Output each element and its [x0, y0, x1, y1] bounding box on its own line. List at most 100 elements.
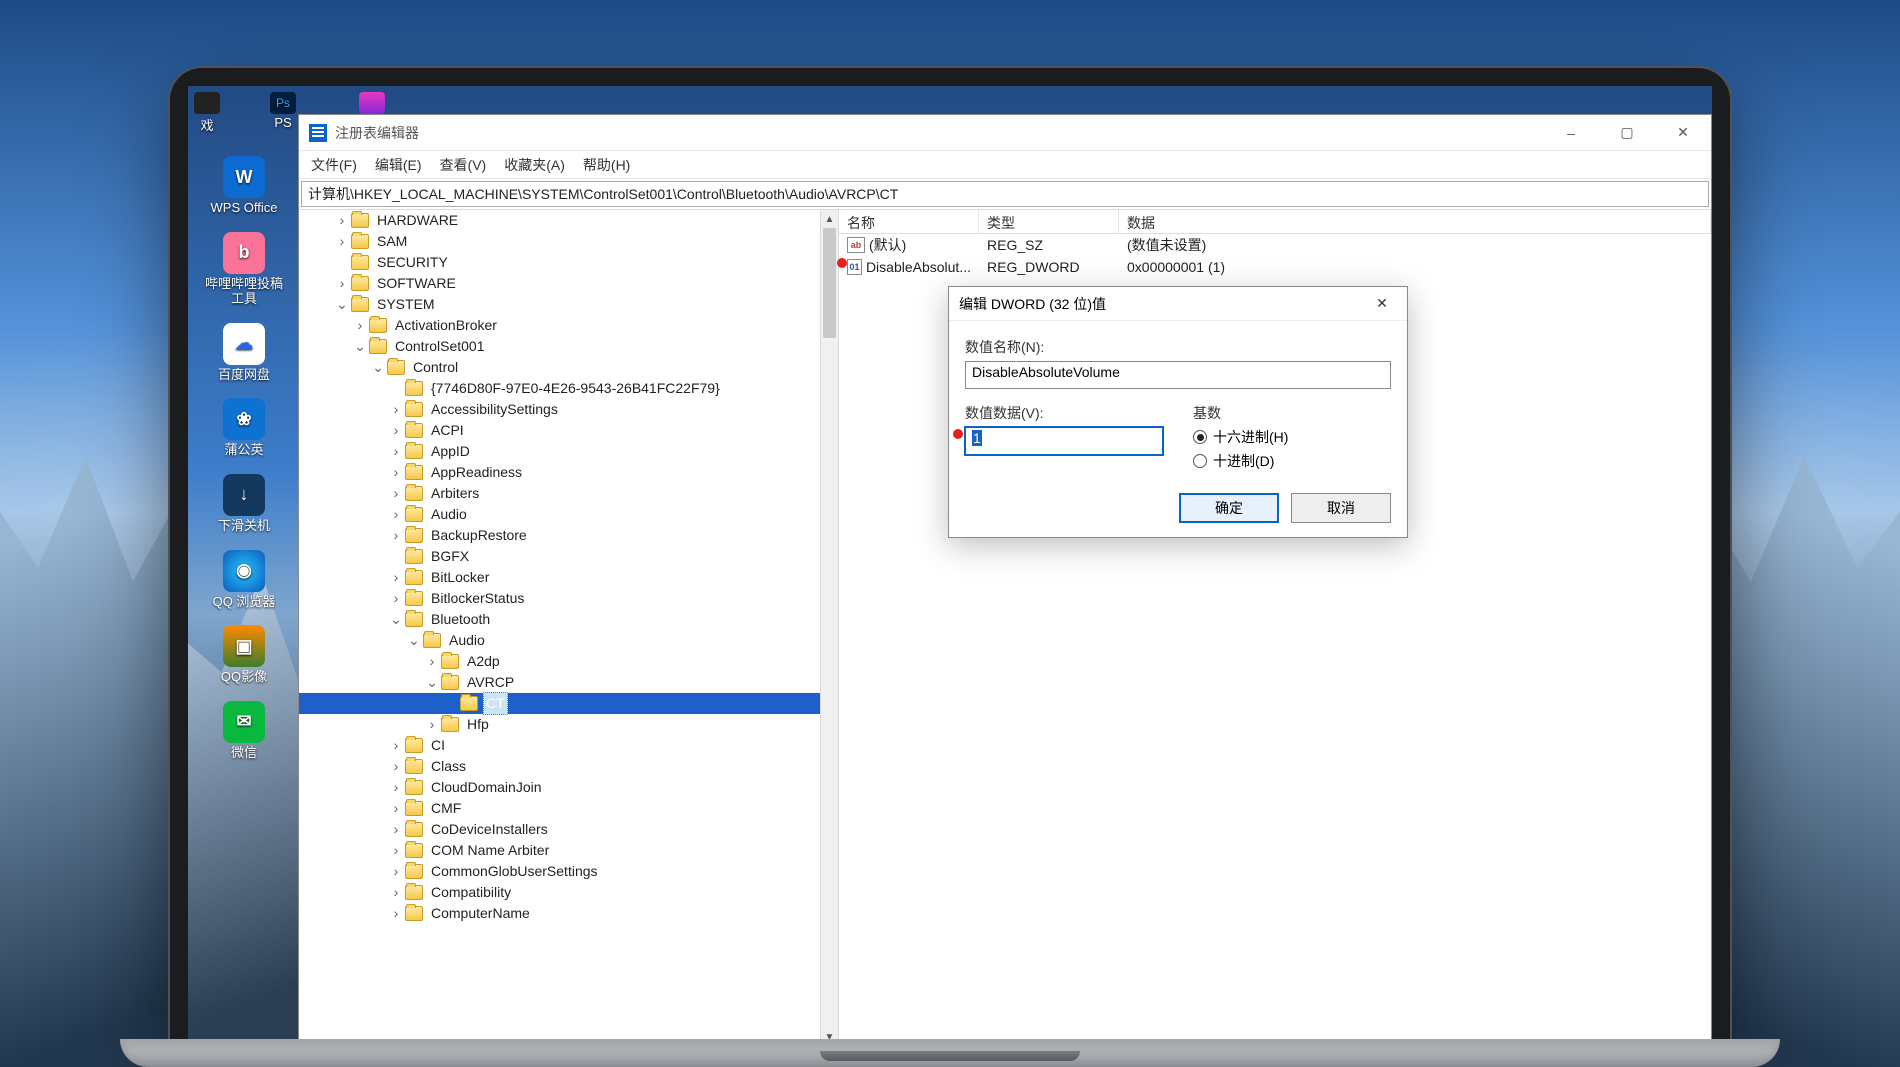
desktop-icon-qqbrowser[interactable]: ◉ QQ 浏览器 [199, 550, 289, 610]
cancel-button[interactable]: 取消 [1291, 493, 1391, 523]
menu-edit[interactable]: 编辑(E) [375, 155, 422, 175]
chevron-down-icon[interactable]: ⌄ [389, 609, 403, 630]
chevron-right-icon[interactable]: › [389, 861, 403, 882]
tree-node[interactable]: ›SOFTWARE [299, 273, 820, 294]
tree-node[interactable]: ›ActivationBroker [299, 315, 820, 336]
desktop-icon-wps[interactable]: W WPS Office [199, 156, 289, 216]
chevron-right-icon[interactable]: › [335, 231, 349, 252]
tree-node[interactable]: ⌄Control [299, 357, 820, 378]
scroll-up-icon[interactable]: ▲ [821, 210, 838, 228]
desktop-icon-slide[interactable]: ↓ 下滑关机 [199, 474, 289, 534]
menu-file[interactable]: 文件(F) [311, 155, 357, 175]
desktop-icon-ps[interactable]: Ps PS [270, 92, 296, 134]
tree-node[interactable]: ›CI [299, 735, 820, 756]
tree-node[interactable]: ›BitlockerStatus [299, 588, 820, 609]
chevron-right-icon[interactable]: › [389, 798, 403, 819]
desktop-icon-pgy[interactable]: ❀ 蒲公英 [199, 398, 289, 458]
chevron-down-icon[interactable]: ⌄ [407, 630, 421, 651]
address-bar[interactable]: 计算机\HKEY_LOCAL_MACHINE\SYSTEM\ControlSet… [301, 181, 1709, 207]
close-button[interactable]: ✕ [1655, 115, 1711, 151]
chevron-right-icon[interactable]: › [335, 210, 349, 231]
tree-node[interactable]: ⌄Bluetooth [299, 609, 820, 630]
chevron-right-icon[interactable]: › [389, 420, 403, 441]
value-data-input[interactable]: 1 [965, 427, 1163, 455]
list-row[interactable]: ab(默认)REG_SZ(数值未设置) [839, 234, 1711, 256]
list-row[interactable]: 01DisableAbsolut...REG_DWORD0x00000001 (… [839, 256, 1711, 278]
chevron-right-icon[interactable]: › [425, 651, 439, 672]
col-data[interactable]: 数据 [1119, 210, 1711, 233]
desktop-icon-bili[interactable]: b 哔哩哔哩投稿工具 [199, 232, 289, 307]
tree-node[interactable]: ›ComputerName [299, 903, 820, 924]
tree-scrollbar[interactable]: ▲ ▼ [820, 210, 838, 1046]
chevron-right-icon[interactable]: › [425, 714, 439, 735]
tree-node[interactable]: ›BackupRestore [299, 525, 820, 546]
tree-node[interactable]: ›Class [299, 756, 820, 777]
menu-help[interactable]: 帮助(H) [583, 155, 630, 175]
chevron-right-icon[interactable]: › [389, 462, 403, 483]
chevron-right-icon[interactable]: › [353, 315, 367, 336]
tree-node[interactable]: ›Audio [299, 504, 820, 525]
radio-dec[interactable]: 十进制(D) [1193, 451, 1391, 471]
tree-node[interactable]: ›HARDWARE [299, 210, 820, 231]
minimize-button[interactable]: – [1543, 115, 1599, 151]
desktop-icon-xi[interactable]: 戏 [194, 92, 220, 134]
tree-node[interactable]: ›Arbiters [299, 483, 820, 504]
tree-node[interactable]: ›A2dp [299, 651, 820, 672]
chevron-right-icon[interactable]: › [389, 441, 403, 462]
chevron-right-icon[interactable]: › [335, 273, 349, 294]
chevron-right-icon[interactable]: › [389, 588, 403, 609]
registry-tree[interactable]: ›HARDWARE›SAMSECURITY›SOFTWARE⌄SYSTEM›Ac… [299, 210, 820, 924]
tree-node[interactable]: ›SAM [299, 231, 820, 252]
tree-node[interactable]: ›CoDeviceInstallers [299, 819, 820, 840]
chevron-down-icon[interactable]: ⌄ [353, 336, 367, 357]
tree-node[interactable]: ›Hfp [299, 714, 820, 735]
tree-node[interactable]: ⌄SYSTEM [299, 294, 820, 315]
tree-node[interactable]: {7746D80F-97E0-4E26-9543-26B41FC22F79} [299, 378, 820, 399]
list-header[interactable]: 名称 类型 数据 [839, 210, 1711, 234]
tree-node[interactable]: ⌄ControlSet001 [299, 336, 820, 357]
desktop-icon-qqimage[interactable]: ▣ QQ影像 [199, 625, 289, 685]
desktop-icon-baidu[interactable]: ☁ 百度网盘 [199, 323, 289, 383]
chevron-right-icon[interactable]: › [389, 525, 403, 546]
chevron-right-icon[interactable]: › [389, 399, 403, 420]
maximize-button[interactable]: ▢ [1599, 115, 1655, 151]
tree-node[interactable]: BGFX [299, 546, 820, 567]
chevron-right-icon[interactable]: › [389, 819, 403, 840]
col-name[interactable]: 名称 [839, 210, 979, 233]
tree-node[interactable]: ›AppID [299, 441, 820, 462]
value-name-input[interactable]: DisableAbsoluteVolume [965, 361, 1391, 389]
tree-node[interactable]: ›BitLocker [299, 567, 820, 588]
dialog-titlebar[interactable]: 编辑 DWORD (32 位)值 ✕ [949, 287, 1407, 321]
tree-node[interactable]: ›Compatibility [299, 882, 820, 903]
ok-button[interactable]: 确定 [1179, 493, 1279, 523]
chevron-down-icon[interactable]: ⌄ [335, 294, 349, 315]
menu-view[interactable]: 查看(V) [440, 155, 487, 175]
titlebar[interactable]: 注册表编辑器 – ▢ ✕ [299, 115, 1711, 151]
chevron-right-icon[interactable]: › [389, 504, 403, 525]
tree-node[interactable]: SECURITY [299, 252, 820, 273]
tree-node[interactable]: ›AppReadiness [299, 462, 820, 483]
chevron-down-icon[interactable]: ⌄ [425, 672, 439, 693]
chevron-right-icon[interactable]: › [389, 840, 403, 861]
chevron-right-icon[interactable]: › [389, 567, 403, 588]
chevron-right-icon[interactable]: › [389, 882, 403, 903]
dialog-close-button[interactable]: ✕ [1367, 289, 1397, 319]
col-type[interactable]: 类型 [979, 210, 1119, 233]
tree-node[interactable]: ›AccessibilitySettings [299, 399, 820, 420]
chevron-down-icon[interactable]: ⌄ [371, 357, 385, 378]
chevron-right-icon[interactable]: › [389, 777, 403, 798]
tree-node[interactable]: CT [299, 693, 820, 714]
tree-node[interactable]: ⌄AVRCP [299, 672, 820, 693]
tree-node[interactable]: ⌄Audio [299, 630, 820, 651]
chevron-right-icon[interactable]: › [389, 903, 403, 924]
tree-node[interactable]: ›ACPI [299, 420, 820, 441]
tree-node[interactable]: ›CloudDomainJoin [299, 777, 820, 798]
chevron-right-icon[interactable]: › [389, 735, 403, 756]
chevron-right-icon[interactable]: › [389, 483, 403, 504]
radio-hex[interactable]: 十六进制(H) [1193, 427, 1391, 447]
chevron-right-icon[interactable]: › [389, 756, 403, 777]
desktop-icon-wechat[interactable]: ✉ 微信 [199, 701, 289, 761]
scroll-thumb[interactable] [823, 228, 836, 338]
tree-node[interactable]: ›COM Name Arbiter [299, 840, 820, 861]
tree-node[interactable]: ›CMF [299, 798, 820, 819]
